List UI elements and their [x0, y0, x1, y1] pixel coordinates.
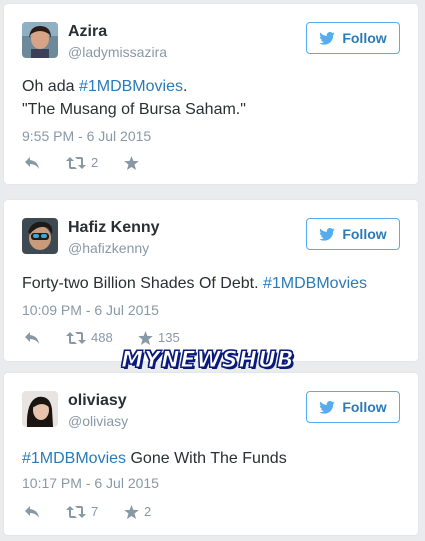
hashtag-link[interactable]: #1MDBMovies	[263, 275, 367, 292]
like-count: 2	[144, 504, 152, 519]
retweet-icon	[66, 156, 86, 170]
tweet-text: Oh ada #1MDBMovies. "The Musang of Bursa…	[22, 75, 246, 121]
retweet-count: 7	[91, 504, 99, 519]
retweet-button[interactable]: 488	[66, 330, 138, 345]
follow-button[interactable]: Follow	[306, 218, 400, 250]
author-name[interactable]: oliviasy	[68, 392, 127, 410]
author-handle[interactable]: @hafizkenny	[68, 240, 149, 256]
reply-button[interactable]	[24, 331, 66, 345]
like-count: 135	[158, 330, 180, 345]
retweet-icon	[66, 505, 86, 519]
retweet-count: 488	[91, 330, 113, 345]
reply-button[interactable]	[24, 156, 66, 170]
tweet-text: Forty-two Billion Shades Of Debt. #1MDBM…	[22, 272, 367, 295]
avatar[interactable]	[22, 218, 58, 254]
star-icon	[138, 330, 153, 345]
avatar[interactable]	[22, 22, 58, 58]
follow-label: Follow	[342, 226, 387, 242]
follow-label: Follow	[342, 30, 387, 46]
twitter-bird-icon	[319, 227, 336, 241]
tweet-text-part: Oh ada	[22, 78, 79, 95]
tweet-actions: 7 2	[24, 504, 151, 519]
reply-icon	[24, 505, 40, 519]
like-button[interactable]: 2	[124, 504, 151, 519]
tweet-card: Hafiz Kenny @hafizkenny Follow Forty-two…	[3, 199, 419, 362]
avatar[interactable]	[22, 391, 58, 427]
star-icon	[124, 155, 139, 170]
tweet-timestamp[interactable]: 10:09 PM - 6 Jul 2015	[22, 302, 159, 318]
twitter-bird-icon	[319, 400, 336, 414]
retweet-icon	[66, 331, 86, 345]
tweet-actions: 2	[24, 155, 139, 170]
tweet-text-part: "The Musang of Bursa Saham."	[22, 101, 246, 118]
retweet-button[interactable]: 7	[66, 504, 124, 519]
follow-button[interactable]: Follow	[306, 391, 400, 423]
tweet-text-part: .	[182, 78, 188, 95]
author-handle[interactable]: @ladymissazira	[68, 44, 167, 60]
like-button[interactable]	[124, 155, 139, 170]
like-button[interactable]: 135	[138, 330, 180, 345]
tweet-text-part: Forty-two Billion Shades Of Debt.	[22, 275, 263, 292]
tweet-text: #1MDBMovies Gone With The Funds	[22, 447, 287, 470]
author-name[interactable]: Hafiz Kenny	[68, 219, 160, 237]
reply-icon	[24, 331, 40, 345]
follow-label: Follow	[342, 399, 387, 415]
tweet-card: Azira @ladymissazira Follow Oh ada #1MDB…	[3, 3, 419, 185]
hashtag-link[interactable]: #1MDBMovies	[79, 78, 183, 95]
author-name[interactable]: Azira	[68, 23, 107, 41]
tweet-actions: 488 135	[24, 330, 180, 345]
author-handle[interactable]: @oliviasy	[68, 413, 128, 429]
watermark-logo: MYNEWSHUB	[58, 347, 358, 373]
tweet-timestamp[interactable]: 9:55 PM - 6 Jul 2015	[22, 128, 151, 144]
tweet-timestamp[interactable]: 10:17 PM - 6 Jul 2015	[22, 475, 159, 491]
tweet-card: oliviasy @oliviasy Follow #1MDBMovies Go…	[3, 372, 419, 536]
follow-button[interactable]: Follow	[306, 22, 400, 54]
star-icon	[124, 504, 139, 519]
retweet-count: 2	[91, 155, 99, 170]
reply-icon	[24, 156, 40, 170]
twitter-bird-icon	[319, 31, 336, 45]
tweet-text-part: Gone With The Funds	[126, 450, 287, 467]
hashtag-link[interactable]: #1MDBMovies	[22, 450, 126, 467]
retweet-button[interactable]: 2	[66, 155, 124, 170]
reply-button[interactable]	[24, 505, 66, 519]
